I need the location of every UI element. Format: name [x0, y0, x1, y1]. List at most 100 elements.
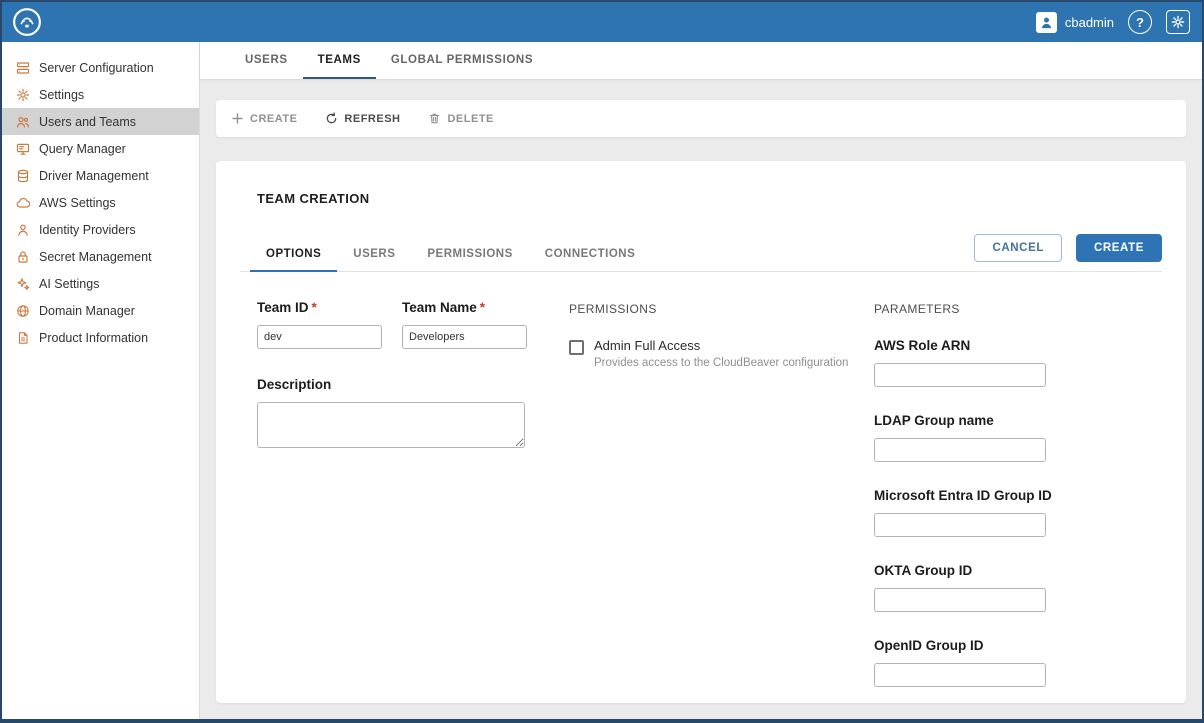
create-button[interactable]: CREATE	[1076, 234, 1162, 262]
content-scroll-area: CREATE REFRESH DELETE	[200, 79, 1202, 719]
team-creation-tabbar: OPTIONS USERS PERMISSIONS CONNECTIONS CA…	[240, 234, 1162, 272]
main-content: USERS TEAMS GLOBAL PERMISSIONS CREATE	[200, 42, 1202, 719]
users-icon	[15, 114, 30, 129]
sidebar-item-query-manager[interactable]: Query Manager	[2, 135, 199, 162]
document-icon	[15, 330, 30, 345]
gear-icon	[15, 87, 30, 102]
openid-group-id-field-group: OpenID Group ID	[874, 638, 1162, 687]
sparkles-icon	[15, 276, 30, 291]
team-id-field-group: Team ID*	[257, 300, 382, 349]
entra-id-group-id-field-group: Microsoft Entra ID Group ID	[874, 488, 1162, 537]
admin-full-access-description: Provides access to the CloudBeaver confi…	[594, 357, 848, 369]
sidebar-item-label: AWS Settings	[39, 196, 116, 210]
user-menu[interactable]: cbadmin	[1036, 12, 1114, 33]
trash-icon	[428, 112, 441, 125]
app-body: Server Configuration Settings	[2, 42, 1202, 719]
globe-icon	[15, 303, 30, 318]
sidebar-item-label: AI Settings	[39, 277, 99, 291]
tab-teams[interactable]: TEAMS	[303, 42, 376, 79]
aws-role-arn-label: AWS Role ARN	[874, 338, 1162, 353]
tab-users[interactable]: USERS	[230, 42, 303, 79]
ldap-group-name-field-group: LDAP Group name	[874, 413, 1162, 462]
description-field-group: Description	[257, 377, 569, 453]
sidebar-item-driver-management[interactable]: Driver Management	[2, 162, 199, 189]
okta-group-id-input[interactable]	[874, 588, 1046, 612]
team-name-field-group: Team Name*	[402, 300, 527, 349]
ldap-group-name-label: LDAP Group name	[874, 413, 1162, 428]
monitor-icon	[15, 141, 30, 156]
gear-icon	[1171, 15, 1185, 29]
required-asterisk: *	[312, 300, 317, 315]
app-window: cbadmin ?	[0, 0, 1204, 723]
openid-group-id-input[interactable]	[874, 663, 1046, 687]
tab-options[interactable]: OPTIONS	[250, 238, 337, 272]
admin-sidebar: Server Configuration Settings	[2, 42, 200, 719]
lock-icon	[15, 249, 30, 264]
tab-team-users[interactable]: USERS	[337, 238, 411, 272]
sidebar-item-label: Server Configuration	[39, 61, 154, 75]
delete-team-button[interactable]: DELETE	[428, 112, 493, 125]
entra-id-group-id-label: Microsoft Entra ID Group ID	[874, 488, 1162, 503]
team-creation-card: TEAM CREATION OPTIONS USERS PERMISSIONS …	[216, 161, 1186, 703]
admin-full-access-label[interactable]: Admin Full Access	[594, 338, 848, 353]
admin-tabbar: USERS TEAMS GLOBAL PERMISSIONS	[200, 42, 1202, 79]
question-mark-icon: ?	[1136, 15, 1144, 30]
refresh-icon	[325, 112, 338, 125]
sidebar-item-aws-settings[interactable]: AWS Settings	[2, 189, 199, 216]
sidebar-item-label: Users and Teams	[39, 115, 136, 129]
sidebar-item-label: Domain Manager	[39, 304, 135, 318]
permissions-heading: PERMISSIONS	[569, 302, 874, 316]
permissions-column: PERMISSIONS Admin Full Access Provides a…	[569, 300, 874, 713]
refresh-label: REFRESH	[344, 113, 400, 125]
topbar-actions: cbadmin ?	[1036, 10, 1190, 34]
parameters-heading: PARAMETERS	[874, 302, 1162, 316]
username-label: cbadmin	[1065, 15, 1114, 30]
settings-button[interactable]	[1166, 10, 1190, 34]
cancel-button[interactable]: CANCEL	[974, 234, 1062, 262]
team-id-input[interactable]	[257, 325, 382, 349]
tab-global-permissions[interactable]: GLOBAL PERMISSIONS	[376, 42, 548, 79]
sidebar-item-secret-management[interactable]: Secret Management	[2, 243, 199, 270]
entra-id-group-id-input[interactable]	[874, 513, 1046, 537]
sidebar-item-label: Driver Management	[39, 169, 149, 183]
okta-group-id-label: OKTA Group ID	[874, 563, 1162, 578]
person-icon	[15, 222, 30, 237]
delete-label: DELETE	[447, 113, 493, 125]
sidebar-item-settings[interactable]: Settings	[2, 81, 199, 108]
refresh-button[interactable]: REFRESH	[325, 112, 400, 125]
sidebar-item-ai-settings[interactable]: AI Settings	[2, 270, 199, 297]
team-id-label: Team ID*	[257, 300, 382, 315]
sidebar-item-product-information[interactable]: Product Information	[2, 324, 199, 351]
sidebar-item-server-configuration[interactable]: Server Configuration	[2, 54, 199, 81]
team-name-label: Team Name*	[402, 300, 527, 315]
cloudbeaver-logo-icon[interactable]	[12, 7, 42, 37]
sidebar-item-label: Identity Providers	[39, 223, 136, 237]
sidebar-item-label: Query Manager	[39, 142, 126, 156]
sidebar-item-label: Secret Management	[39, 250, 152, 264]
sidebar-item-label: Settings	[39, 88, 84, 102]
user-avatar-icon	[1036, 12, 1057, 33]
sidebar-item-users-and-teams[interactable]: Users and Teams	[2, 108, 199, 135]
server-icon	[15, 60, 30, 75]
database-icon	[15, 168, 30, 183]
admin-full-access-text: Admin Full Access Provides access to the…	[594, 338, 848, 369]
admin-full-access-checkbox[interactable]	[569, 340, 584, 355]
teams-toolbar: CREATE REFRESH DELETE	[216, 100, 1186, 137]
description-label: Description	[257, 377, 569, 392]
aws-role-arn-input[interactable]	[874, 363, 1046, 387]
team-creation-title: TEAM CREATION	[257, 191, 1162, 206]
tab-team-permissions[interactable]: PERMISSIONS	[411, 238, 528, 272]
required-asterisk: *	[480, 300, 485, 315]
description-textarea[interactable]	[257, 402, 525, 448]
tab-team-connections[interactable]: CONNECTIONS	[529, 238, 651, 272]
aws-role-arn-field-group: AWS Role ARN	[874, 338, 1162, 387]
options-column: Team ID* Team Name*	[257, 300, 569, 713]
parameters-column: PARAMETERS AWS Role ARN LDAP Group name	[874, 300, 1162, 713]
team-creation-form: Team ID* Team Name*	[240, 272, 1162, 713]
help-button[interactable]: ?	[1128, 10, 1152, 34]
sidebar-item-domain-manager[interactable]: Domain Manager	[2, 297, 199, 324]
team-name-input[interactable]	[402, 325, 527, 349]
create-team-button[interactable]: CREATE	[231, 112, 297, 125]
sidebar-item-identity-providers[interactable]: Identity Providers	[2, 216, 199, 243]
ldap-group-name-input[interactable]	[874, 438, 1046, 462]
